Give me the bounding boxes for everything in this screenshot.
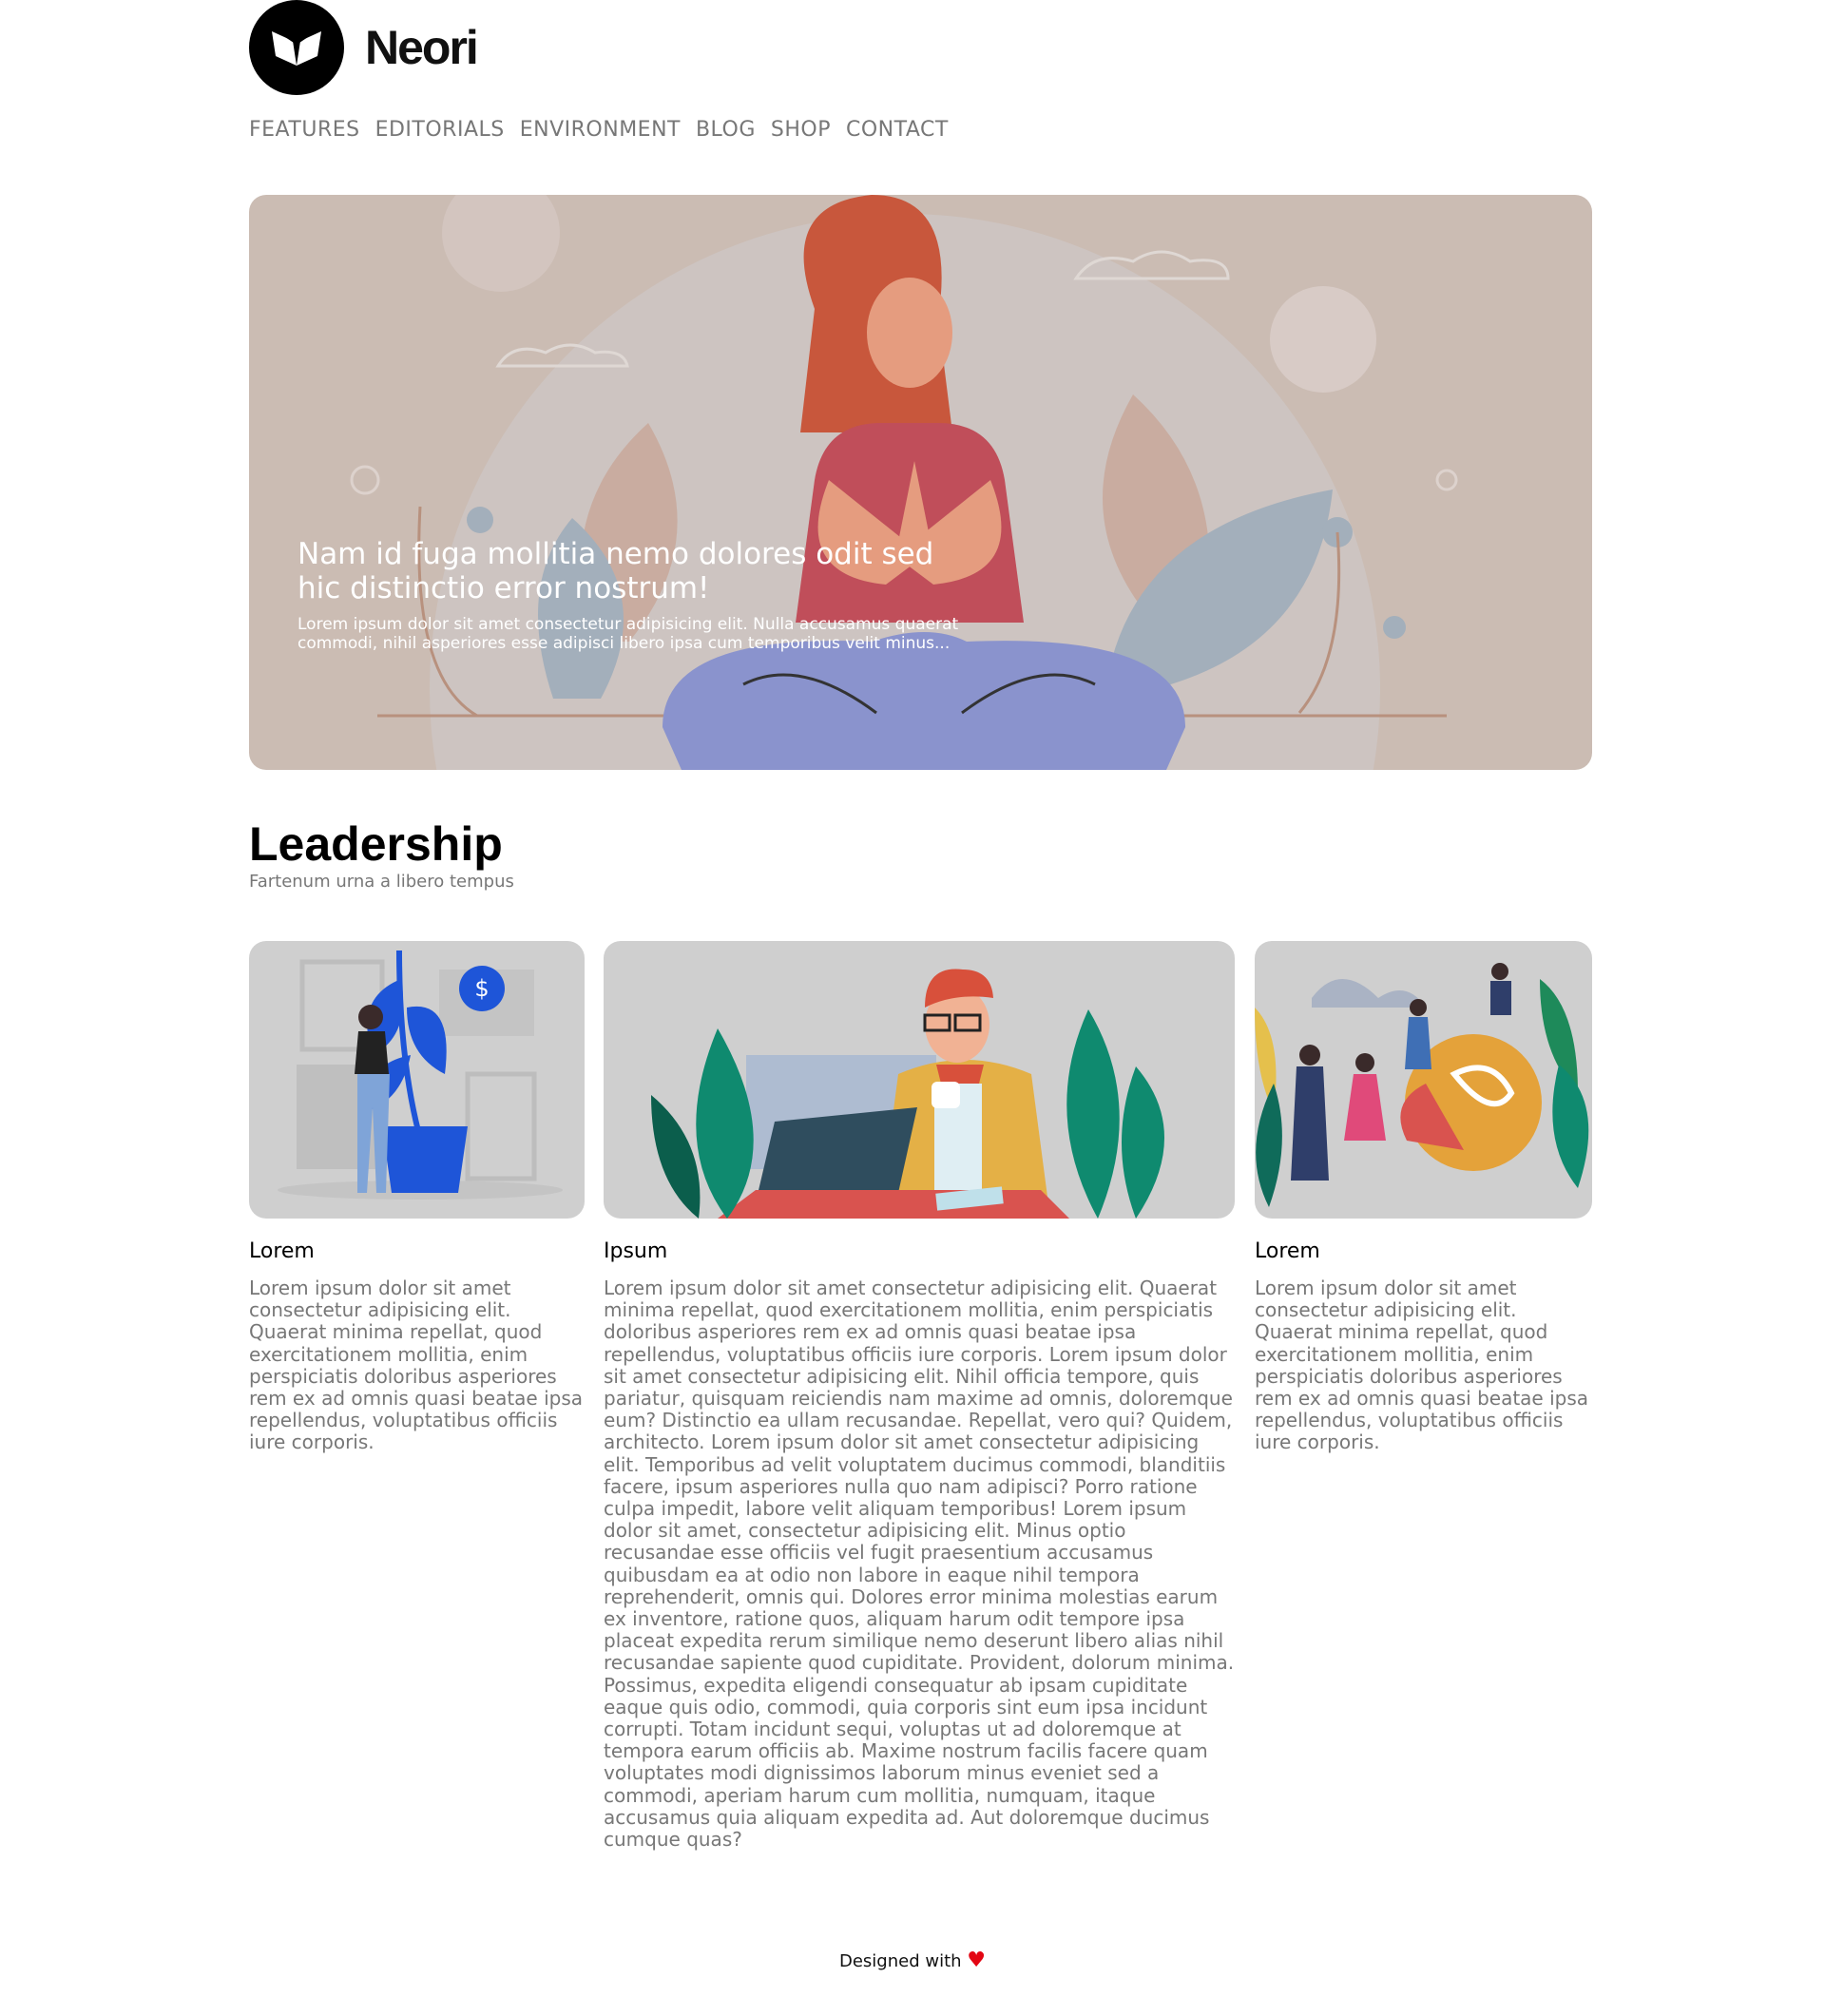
nav-editorials[interactable]: EDITORIALS	[375, 118, 505, 142]
nav-blog[interactable]: BLOG	[696, 118, 756, 142]
meditation-illustration	[350, 195, 1458, 770]
article-card[interactable]: Lorem Lorem ipsum dolor sit amet consect…	[1255, 941, 1592, 1454]
card-title: Lorem	[249, 1239, 315, 1263]
card-image: $	[249, 941, 585, 1219]
section-title: Leadership	[249, 817, 503, 871]
section-subtitle: Fartenum urna a libero tempus	[249, 872, 514, 892]
team-lightbulb-illustration	[1255, 963, 1589, 1207]
card-text: Lorem ipsum dolor sit amet consectetur a…	[249, 1277, 584, 1454]
card-text: Lorem ipsum dolor sit amet consectetur a…	[1255, 1277, 1589, 1454]
nav-features[interactable]: FEATURES	[249, 118, 360, 142]
card-title: Lorem	[1255, 1239, 1320, 1263]
brand-logo[interactable]: Neori	[249, 0, 479, 95]
footer-text: Designed with	[838, 1951, 962, 1971]
card-text: Lorem ipsum dolor sit amet consectetur a…	[604, 1277, 1235, 1852]
nav-contact[interactable]: CONTACT	[846, 118, 949, 142]
hero-title: Nam id fuga mollitia nemo dolores odit s…	[298, 537, 934, 605]
svg-text:$: $	[474, 975, 489, 1002]
footer: Designed with ♥	[0, 1949, 1825, 1972]
card-image	[604, 941, 1235, 1219]
card-image	[1255, 941, 1592, 1219]
hero-text: Lorem ipsum dolor sit amet consectetur a…	[298, 615, 959, 653]
article-card[interactable]: $ Lorem Lorem ipsum dolor sit amet conse…	[249, 941, 585, 1454]
card-title: Ipsum	[604, 1239, 668, 1263]
heart-icon: ♥	[967, 1949, 987, 1972]
article-card[interactable]: Ipsum Lorem ipsum dolor sit amet consect…	[604, 941, 1235, 1851]
plant-woman-illustration: $	[278, 950, 563, 1200]
hero-banner[interactable]: Nam id fuga mollitia nemo dolores odit s…	[249, 195, 1592, 770]
nav-shop[interactable]: SHOP	[771, 118, 831, 142]
nav-environment[interactable]: ENVIRONMENT	[520, 118, 681, 142]
logo-icon	[249, 0, 344, 95]
main-nav: FEATURES EDITORIALS ENVIRONMENT BLOG SHO…	[249, 118, 949, 142]
brand-name: Neori	[365, 21, 479, 74]
man-laptop-illustration	[651, 969, 1164, 1219]
